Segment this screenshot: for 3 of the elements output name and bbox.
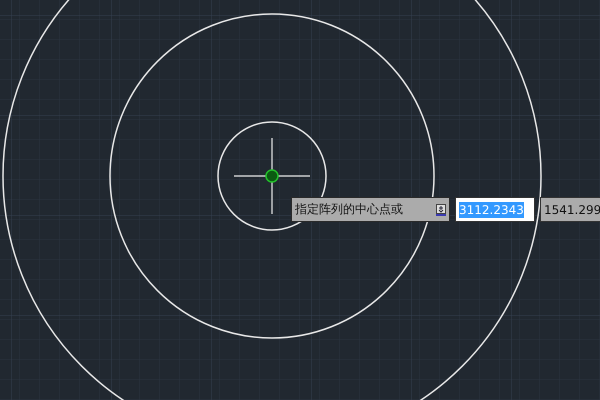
center-point-marker [265, 169, 279, 183]
dropdown-icon[interactable] [436, 204, 446, 216]
prompt-text: 指定阵列的中心点或 [295, 201, 403, 218]
